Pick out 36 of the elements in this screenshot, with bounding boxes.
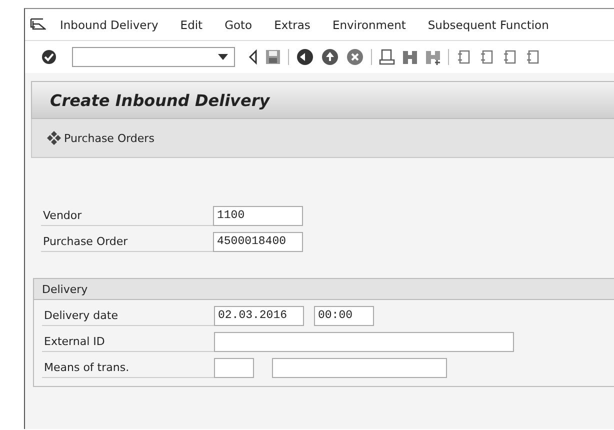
input-field[interactable]: 1100 xyxy=(213,206,303,226)
input-field[interactable]: 00:00 xyxy=(314,306,374,326)
back-arrow-icon[interactable] xyxy=(248,49,258,65)
diamonds-icon[interactable] xyxy=(46,130,62,146)
dropdown-icon[interactable] xyxy=(218,54,228,60)
input-field[interactable] xyxy=(272,358,447,378)
menu-icon[interactable] xyxy=(30,18,46,32)
command-field[interactable] xyxy=(72,47,235,67)
input-field[interactable]: 4500018400 xyxy=(213,232,303,252)
menu-item[interactable]: Inbound Delivery xyxy=(60,18,158,32)
field-label: Vendor xyxy=(41,206,213,226)
menu-item[interactable]: Environment xyxy=(332,18,406,32)
page-nav-icon[interactable] xyxy=(479,49,495,65)
cancel-icon[interactable] xyxy=(346,48,364,66)
screen-title: Create Inbound Delivery xyxy=(50,90,270,110)
save-icon[interactable] xyxy=(265,49,281,65)
menu-item[interactable]: Subsequent Function xyxy=(428,18,549,32)
page-nav-icon[interactable] xyxy=(456,49,472,65)
menu-item[interactable]: Goto xyxy=(224,18,252,32)
group-title: Delivery xyxy=(42,282,88,296)
print-icon[interactable] xyxy=(379,49,395,65)
page-nav-icon[interactable] xyxy=(502,49,518,65)
field-label: Purchase Order xyxy=(41,232,213,252)
menu-item[interactable]: Extras xyxy=(274,18,310,32)
input-field[interactable] xyxy=(214,358,254,378)
menu-item[interactable]: Edit xyxy=(180,18,203,32)
field-label: Means of trans. xyxy=(42,358,214,378)
field-label: External ID xyxy=(42,332,214,352)
page-nav-icon[interactable] xyxy=(525,49,541,65)
back-icon[interactable] xyxy=(296,48,314,66)
input-field[interactable] xyxy=(214,332,514,352)
enter-icon[interactable] xyxy=(41,49,57,65)
exit-icon[interactable] xyxy=(321,48,339,66)
purchase-orders-button[interactable]: Purchase Orders xyxy=(44,128,156,148)
input-field[interactable]: 02.03.2016 xyxy=(214,306,304,326)
field-label: Delivery date xyxy=(42,306,214,326)
